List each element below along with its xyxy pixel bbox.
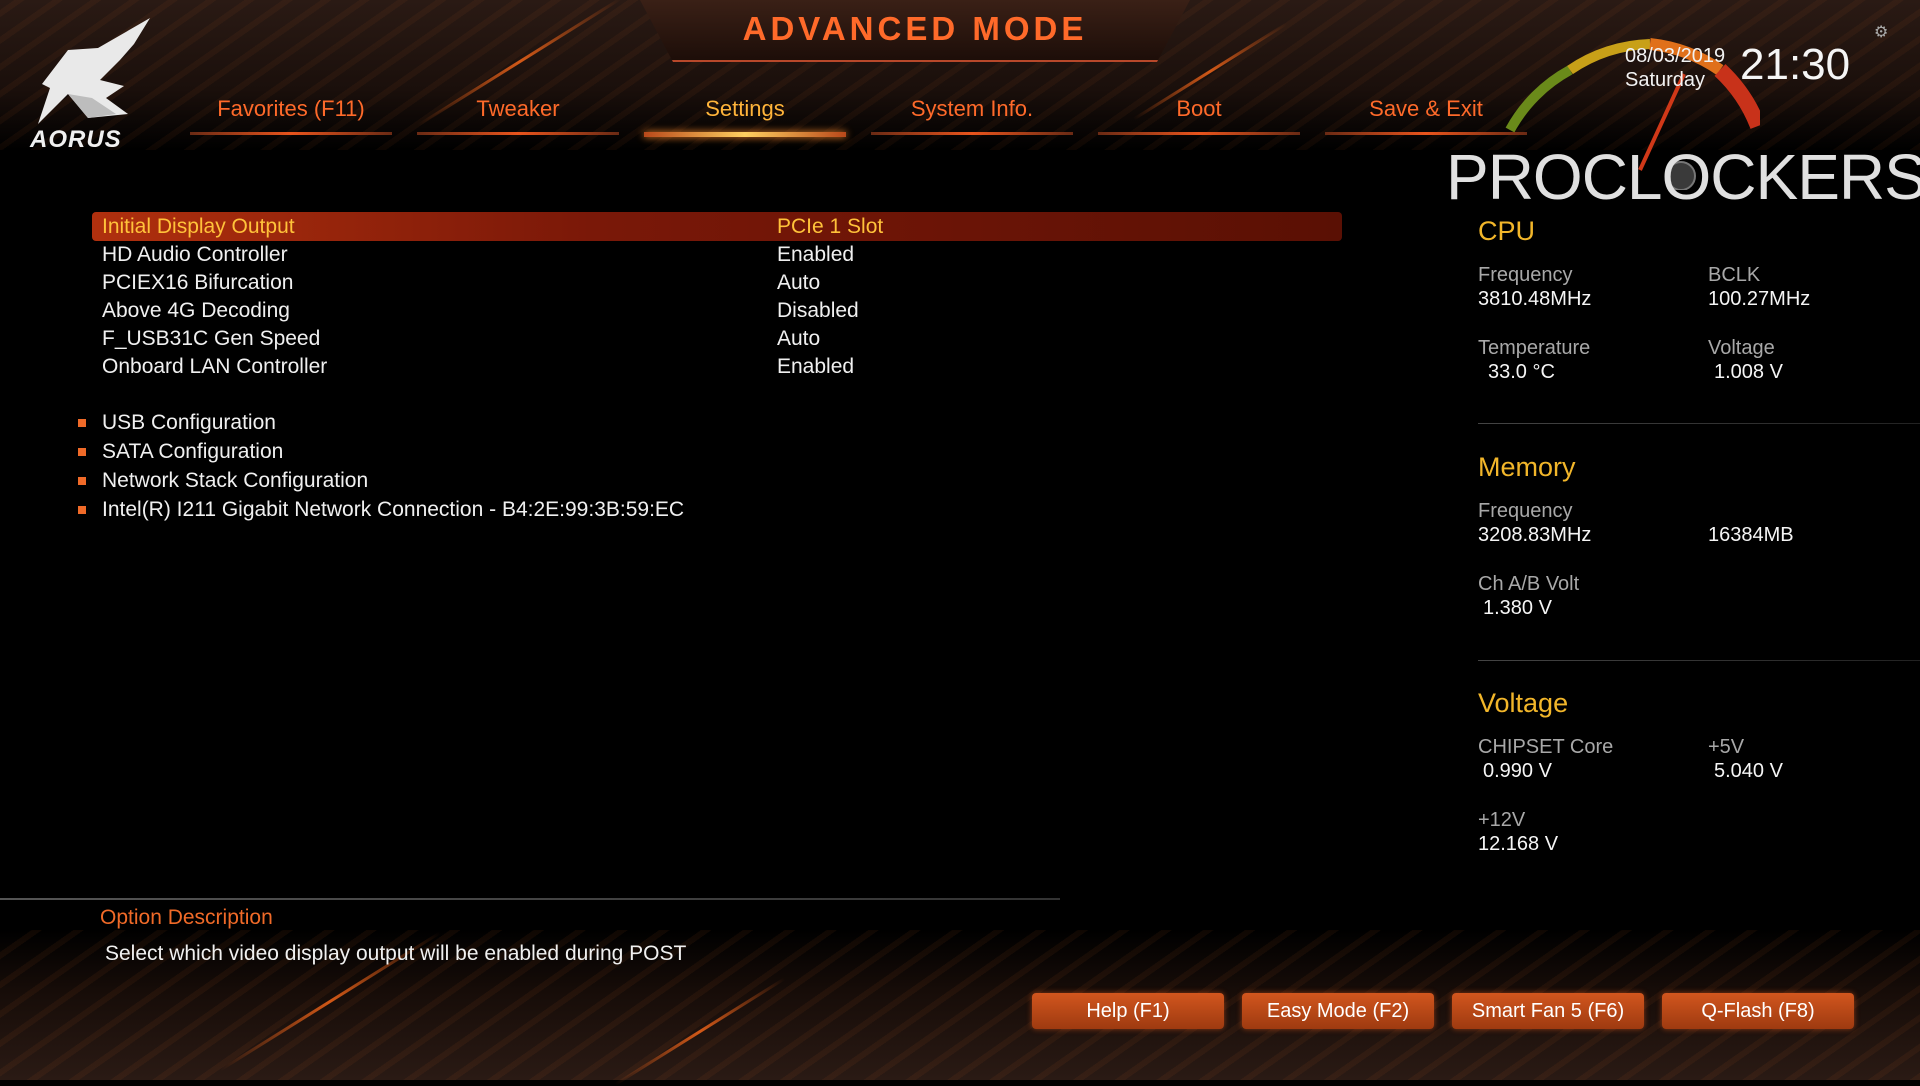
description-title: Option Description — [100, 906, 273, 929]
memory-section-title: Memory — [1478, 452, 1576, 482]
smart-fan-button[interactable]: Smart Fan 5 (F6) — [1452, 993, 1644, 1029]
date-text: 08/03/2019 — [1625, 45, 1726, 67]
cpu-frequency-label: Frequency — [1478, 264, 1573, 286]
chipset-core-label: CHIPSET Core — [1478, 736, 1614, 758]
cpu-bclk-label: BCLK — [1708, 264, 1761, 286]
tab-label: System Info. — [910, 96, 1034, 121]
square-bullet-icon — [78, 419, 86, 427]
memory-size-value: 16384MB — [1708, 524, 1794, 546]
setting-label: PCIEX16 Bifurcation — [102, 271, 294, 294]
memory-volt-label: Ch A/B Volt — [1478, 573, 1580, 595]
cpu-voltage-label: Voltage — [1708, 337, 1775, 359]
setting-label: F_USB31C Gen Speed — [102, 327, 321, 350]
panel-divider — [1478, 660, 1920, 661]
setting-above-4g-decoding[interactable]: Above 4G Decoding Disabled — [92, 296, 1342, 325]
tab-settings[interactable]: Settings — [644, 96, 846, 137]
tab-save-exit[interactable]: Save & Exit — [1325, 96, 1527, 136]
date-display: 08/03/2019 Saturday — [1625, 44, 1725, 92]
tab-underline — [190, 132, 392, 135]
tab-boot[interactable]: Boot — [1098, 96, 1300, 136]
day-text: Saturday — [1625, 69, 1706, 91]
setting-label: HD Audio Controller — [102, 243, 288, 266]
tab-underline — [1098, 132, 1300, 135]
tab-favorites[interactable]: Favorites (F11) — [190, 96, 392, 136]
setting-hd-audio-controller[interactable]: HD Audio Controller Enabled — [92, 240, 1342, 269]
cpu-section-title: CPU — [1478, 216, 1536, 246]
tab-label: Boot — [1176, 96, 1222, 121]
tab-label: Tweaker — [476, 96, 560, 121]
page-title: ADVANCED MODE — [742, 10, 1088, 47]
submenu-label: SATA Configuration — [102, 440, 284, 463]
p5v-value: 5.040 V — [1714, 760, 1783, 782]
setting-usb31c-gen-speed[interactable]: F_USB31C Gen Speed Auto — [92, 324, 1342, 353]
brand-logo-text: AORUS — [30, 126, 122, 153]
setting-value[interactable]: Auto — [777, 327, 820, 351]
setting-initial-display-output[interactable]: Initial Display Output PCIe 1 Slot — [92, 212, 1342, 241]
voltage-section-title: Voltage — [1478, 688, 1569, 718]
p12v-value: 12.168 V — [1478, 833, 1559, 855]
help-button[interactable]: Help (F1) — [1032, 993, 1224, 1029]
tab-label: Save & Exit — [1369, 96, 1483, 121]
p5v-label: +5V — [1708, 736, 1745, 758]
setting-value[interactable]: Auto — [777, 271, 820, 295]
watermark: PROCLOCKERS — [1446, 141, 1920, 213]
submenu-label: Network Stack Configuration — [102, 469, 369, 492]
setting-value[interactable]: PCIe 1 Slot — [777, 215, 883, 239]
memory-volt-value: 1.380 V — [1483, 597, 1552, 619]
cpu-bclk-value: 100.27MHz — [1708, 288, 1811, 310]
setting-value[interactable]: Enabled — [777, 243, 854, 267]
tab-underline — [871, 132, 1073, 135]
tab-system-info[interactable]: System Info. — [871, 96, 1073, 136]
setting-pciex16-bifurcation[interactable]: PCIEX16 Bifurcation Auto — [92, 268, 1342, 297]
setting-value[interactable]: Disabled — [777, 299, 859, 323]
square-bullet-icon — [78, 477, 86, 485]
chipset-core-value: 0.990 V — [1483, 760, 1552, 782]
tab-label: Settings — [705, 96, 785, 121]
tab-underline — [417, 132, 619, 135]
memory-frequency-label: Frequency — [1478, 500, 1573, 522]
gear-icon[interactable]: ⚙ — [1874, 22, 1888, 41]
time-display: 21:30 — [1740, 40, 1851, 89]
tab-tweaker[interactable]: Tweaker — [417, 96, 619, 136]
easy-mode-button[interactable]: Easy Mode (F2) — [1242, 993, 1434, 1029]
q-flash-button[interactable]: Q-Flash (F8) — [1662, 993, 1854, 1029]
setting-label: Initial Display Output — [102, 215, 295, 238]
tab-label: Favorites (F11) — [217, 96, 365, 121]
setting-onboard-lan-controller[interactable]: Onboard LAN Controller Enabled — [92, 352, 1342, 381]
setting-value[interactable]: Enabled — [777, 355, 854, 379]
submenu-label: Intel(R) I211 Gigabit Network Connection… — [102, 498, 685, 521]
tab-underline — [644, 132, 846, 137]
cpu-temperature-label: Temperature — [1478, 337, 1591, 359]
square-bullet-icon — [78, 506, 86, 514]
cpu-temperature-value: 33.0 °C — [1488, 361, 1555, 383]
cpu-frequency-value: 3810.48MHz — [1478, 288, 1592, 310]
cpu-voltage-value: 1.008 V — [1714, 361, 1783, 383]
submenu-label: USB Configuration — [102, 411, 276, 434]
setting-label: Onboard LAN Controller — [102, 355, 328, 378]
tab-underline — [1325, 132, 1527, 135]
hardware-monitor-panel: CPU Frequency 3810.48MHz BCLK 100.27MHz … — [1478, 214, 1920, 874]
description-divider — [0, 898, 1060, 900]
setting-label: Above 4G Decoding — [102, 299, 290, 322]
p12v-label: +12V — [1478, 809, 1526, 831]
memory-frequency-value: 3208.83MHz — [1478, 524, 1592, 546]
square-bullet-icon — [78, 448, 86, 456]
panel-divider — [1478, 423, 1920, 424]
description-text: Select which video display output will b… — [105, 942, 687, 965]
